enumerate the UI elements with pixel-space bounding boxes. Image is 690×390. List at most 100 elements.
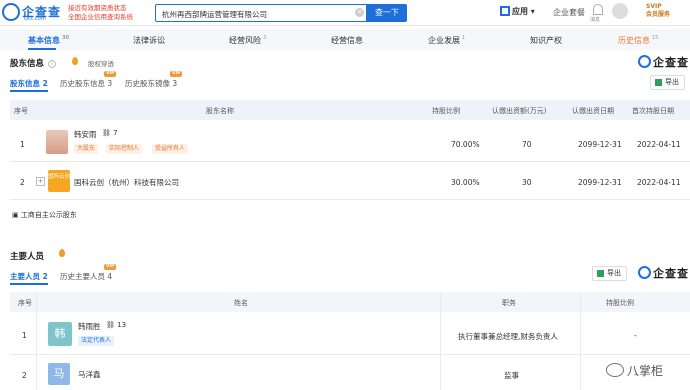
col-ratio: 持股比例 — [606, 299, 634, 307]
relation-count[interactable]: ⛓ 7 — [102, 129, 118, 137]
export-button[interactable]: 导出 — [650, 75, 685, 90]
capital: 70 — [522, 140, 532, 149]
tab-history[interactable]: 历史信息 15 — [618, 35, 658, 46]
weibo-icon — [606, 363, 624, 377]
bell-label: 消息 — [590, 17, 601, 23]
col-capital: 认缴出资额(万元) — [492, 107, 547, 115]
tag-major-shareholder: 大股东 — [74, 144, 99, 154]
row-divider — [10, 199, 690, 200]
person-name[interactable]: 马洋鑫 — [78, 369, 101, 380]
column-divider — [36, 292, 37, 390]
subtab-shareholders[interactable]: 股东信息 2 — [10, 78, 48, 89]
personnel-table-header: 序号 姓名 职务 持股比例 — [10, 292, 690, 312]
shareholders-title: 股东信息 i — [10, 57, 57, 69]
active-tab-indicator — [28, 48, 56, 50]
expand-icon[interactable]: + — [36, 177, 45, 186]
col-name: 股东名称 — [206, 107, 234, 115]
relation-count[interactable]: ⛓ 13 — [106, 321, 126, 329]
equity-penetration-link[interactable]: 股权穿透 — [88, 58, 114, 68]
bell-icon[interactable] — [593, 4, 603, 15]
col-ratio: 持股比例 — [432, 107, 460, 115]
tag-actual-controller: 实际控制人 — [106, 144, 143, 154]
qcc-brand-logo: 企查查 — [638, 54, 689, 70]
export-button[interactable]: 导出 — [592, 266, 627, 281]
row-index: 2 — [20, 178, 25, 187]
vip-tag: VIP — [104, 71, 117, 77]
col-date: 认缴出资日期 — [572, 107, 614, 115]
slogan: 接近有效期资质状态 全国企业信用查询系统 — [68, 4, 133, 22]
tab-legal[interactable]: 法律诉讼 — [133, 35, 165, 46]
vip-badge[interactable]: SVIP 会员服务 — [646, 3, 670, 19]
role: 执行董事兼总经理,财务负责人 — [458, 332, 558, 341]
package-link[interactable]: 企业套餐 — [553, 7, 585, 18]
ratio: 30.00% — [451, 178, 480, 187]
column-divider — [440, 292, 441, 390]
tag-beneficiary: 受益所有人 — [152, 144, 189, 154]
info-icon[interactable]: i — [48, 60, 57, 68]
subtab-history-personnel[interactable]: 历史主要人员 4 — [60, 271, 112, 282]
capital: 30 — [522, 178, 532, 187]
tab-basic-info[interactable]: 基本信息 30 — [28, 35, 69, 46]
search-input[interactable]: 杭州再西部牌运营管理有限公司 — [155, 4, 367, 22]
person-avatar[interactable]: 韩 — [48, 322, 72, 346]
tab-operation[interactable]: 经营信息 — [331, 35, 363, 46]
column-divider — [580, 292, 581, 390]
col-index: 序号 — [14, 107, 28, 115]
excel-icon — [655, 79, 662, 86]
capital-date: 2099-12-31 — [578, 140, 622, 149]
first-date: 2022-04-11 — [637, 178, 681, 187]
fire-icon — [72, 57, 78, 65]
shareholder-name[interactable]: 国科云创（杭州）科技有限公司 — [74, 177, 179, 188]
apps-label: 应用 — [512, 7, 528, 16]
shareholder-name[interactable]: 韩安雨 — [74, 129, 97, 140]
col-name: 姓名 — [234, 299, 248, 307]
excel-icon — [597, 270, 604, 277]
row-index: 2 — [22, 371, 27, 380]
qcc-logo-icon[interactable] — [2, 3, 20, 21]
qcc-brand-logo: 企查查 — [638, 265, 689, 281]
search-button[interactable]: 查一下 — [367, 4, 407, 22]
company-logo[interactable]: 国科云创 — [48, 170, 70, 192]
subtab-personnel[interactable]: 主要人员 2 — [10, 271, 48, 282]
ratio: 70.00% — [451, 140, 480, 149]
role: 监事 — [504, 371, 519, 380]
row-divider — [10, 354, 690, 355]
apps-grid-icon — [500, 6, 510, 16]
subtab-indicator — [10, 283, 48, 285]
slogan-line-1: 接近有效期资质状态 — [68, 4, 127, 12]
personnel-title: 主要人员 — [10, 252, 45, 262]
capital-date: 2099-12-31 — [578, 178, 622, 187]
weibo-watermark: 八掌柜 — [606, 362, 663, 379]
row-index: 1 — [20, 140, 25, 149]
user-avatar[interactable] — [612, 3, 628, 19]
col-first-date: 首次持股日期 — [632, 107, 674, 115]
fire-icon — [59, 249, 65, 257]
col-role: 职务 — [502, 299, 516, 307]
subtab-indicator — [10, 90, 48, 92]
slogan-line-2: 全国企业信用查询系统 — [68, 13, 133, 21]
person-photo[interactable] — [46, 130, 68, 154]
qcc-logo-icon — [638, 55, 651, 68]
vip-tag: VIP — [104, 264, 117, 270]
person-name[interactable]: 韩雨胜 — [78, 321, 101, 332]
person-avatar[interactable]: 马 — [48, 363, 70, 385]
self-disclosure-link[interactable]: ▣ 工商自主公示股东 — [12, 210, 77, 220]
vip-line-2: 会员服务 — [646, 11, 671, 18]
main-tabs: 基本信息 30 法律诉讼 经营风险 3 经营信息 企业发展 1 知识产权 历史信息 15 — [0, 29, 690, 50]
subtab-history-mirror[interactable]: 历史股东镜像 3 — [125, 78, 177, 89]
vip-tag: VIP — [170, 71, 183, 77]
row-divider — [10, 161, 690, 162]
qcc-logo-icon — [638, 266, 651, 279]
subtab-history-shareholders[interactable]: 历史股东信息 3 — [60, 78, 112, 89]
clear-icon[interactable]: × — [355, 8, 364, 17]
tag-legal-rep: 法定代表人 — [78, 336, 115, 346]
top-header: 企查查 Qcc.com 接近有效期资质状态 全国企业信用查询系统 杭州再西部牌运… — [0, 0, 690, 26]
tab-risk[interactable]: 经营风险 3 — [229, 35, 266, 46]
ratio: - — [634, 331, 637, 340]
logo-sub: Qcc.com — [24, 16, 46, 22]
shareholders-table-header: 序号 股东名称 持股比例 认缴出资额(万元) 认缴出资日期 首次持股日期 — [10, 100, 690, 120]
tab-ip[interactable]: 知识产权 — [530, 35, 562, 46]
tab-development[interactable]: 企业发展 1 — [428, 35, 465, 46]
col-index: 序号 — [18, 299, 32, 307]
apps-menu[interactable]: 应用 ▾ — [500, 6, 535, 17]
